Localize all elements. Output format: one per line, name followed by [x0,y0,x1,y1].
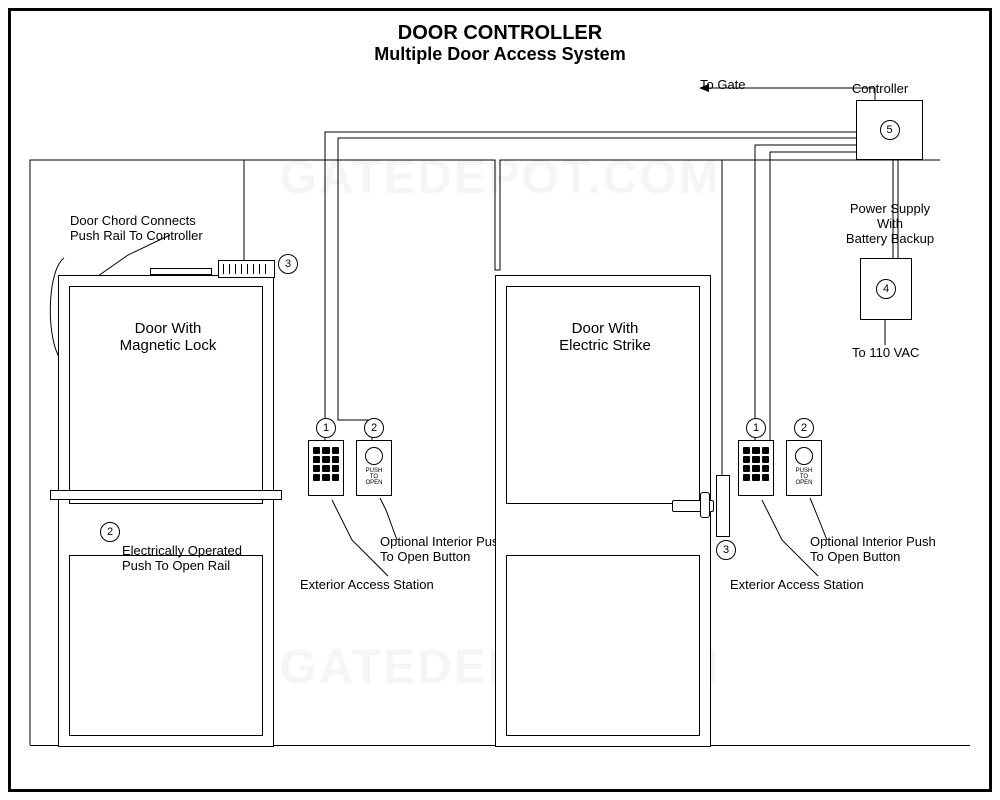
door2-label: Door With Electric Strike [545,320,665,355]
door-closer-arm [150,268,212,275]
d1l2: Magnetic Lock [120,337,217,354]
psu-l1: Power Supply [850,201,930,216]
psu-label: Power Supply With Battery Backup [830,202,950,247]
pto1-number: 2 [364,418,384,438]
push-to-open-1: PUSH TO OPEN [356,440,392,496]
door-chord-label: Door Chord Connects Push Rail To Control… [70,214,240,244]
keypad1-number: 1 [316,418,336,438]
strike-number: 3 [716,540,736,560]
door2-upper-panel [506,286,700,504]
dc1: Door Chord Connects [70,213,196,228]
keypad2-number: 1 [746,418,766,438]
electric-strike [716,475,730,537]
push-to-open-2: PUSH TO OPEN [786,440,822,496]
to-110vac-label: To 110 VAC [852,346,919,361]
pr2: Push To Open Rail [122,558,230,573]
ext-access-label-2: Exterior Access Station [730,578,910,593]
dc2: Push Rail To Controller [70,228,203,243]
psu-l3: Battery Backup [846,231,934,246]
door1-lower-panel [69,555,263,736]
controller-number: 5 [880,120,900,140]
push-rail-label: Electrically Operated Push To Open Rail [122,544,282,574]
keypad-1 [308,440,344,496]
pto1c: OPEN [365,480,382,486]
to-gate-label: To Gate [700,78,746,93]
push-rail [50,490,282,500]
door2-lower-panel [506,555,700,736]
d2l1: Door With [572,320,639,337]
door1-label: Door With Magnetic Lock [108,320,228,355]
controller-box: 5 [856,100,923,160]
ext-access-label-1: Exterior Access Station [300,578,480,593]
controller-label: Controller [845,82,915,97]
magnetic-lock [218,260,275,278]
maglock-number: 3 [278,254,298,274]
pr1: Electrically Operated [122,543,242,558]
psu-number: 4 [876,279,896,299]
push-rail-number: 2 [100,522,120,542]
op1a: Optional Interior Push [380,534,506,549]
op2a: Optional Interior Push [810,534,936,549]
keypad-2 [738,440,774,496]
op1b: To Open Button [380,549,470,564]
op2b: To Open Button [810,549,900,564]
pto2c: OPEN [795,480,812,486]
power-supply-box: 4 [860,258,912,320]
pto2-number: 2 [794,418,814,438]
psu-l2: With [877,216,903,231]
d2l2: Electric Strike [559,337,651,354]
opt-push-label-2: Optional Interior Push To Open Button [810,535,970,565]
d1l1: Door With [135,320,202,337]
door1-upper-panel [69,286,263,504]
handle-base [700,492,710,518]
